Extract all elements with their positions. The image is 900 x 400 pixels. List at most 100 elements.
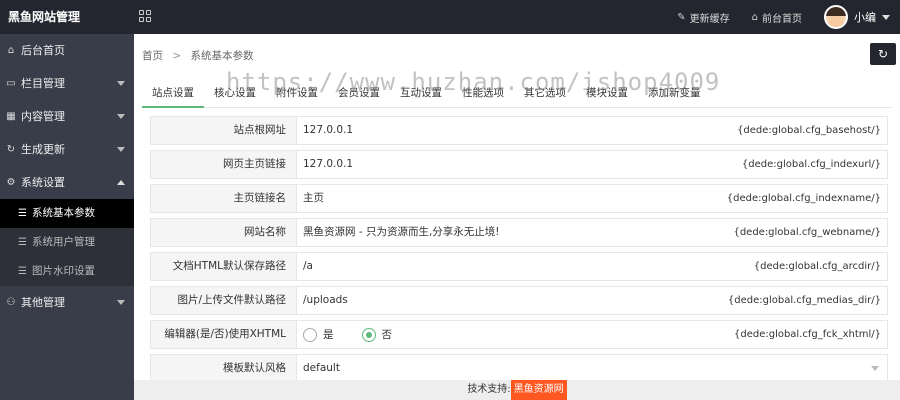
- radio-no[interactable]: [361, 327, 376, 342]
- template-var: {dede:global.cfg_fck_xhtml/}: [731, 327, 883, 343]
- refresh-icon: ↻: [877, 47, 889, 61]
- home-icon: ⌂: [7, 45, 15, 56]
- breadcrumb-current: 系统基本参数: [190, 50, 254, 62]
- medias-dir-field[interactable]: /uploads: [303, 287, 348, 314]
- template-var: {dede:global.cfg_indexurl/}: [739, 157, 883, 173]
- template-var: {dede:global.cfg_medias_dir/}: [725, 293, 883, 309]
- submenu-item-watermark[interactable]: ☰ 图片水印设置: [0, 257, 134, 286]
- field-label: 文档HTML默认保存路径: [151, 253, 297, 280]
- form-row: 网页主页链接 127.0.0.1 {dede:global.cfg_indexu…: [150, 150, 888, 179]
- tab-core[interactable]: 核心设置: [204, 78, 266, 108]
- form-row: 模板默认风格 default: [150, 354, 888, 383]
- sidebar-item-content[interactable]: ▦ 内容管理: [0, 100, 134, 133]
- sidebar-item-label: 后台首页: [21, 44, 65, 57]
- field-label: 主页链接名: [151, 185, 297, 212]
- top-right-nav: ✎ 更新缓存 ⌂ 前台首页 小编: [677, 0, 900, 34]
- template-var: {dede:global.cfg_indexname/}: [724, 191, 883, 207]
- list-icon: ☰: [18, 237, 27, 248]
- form-row: 文档HTML默认保存路径 /a {dede:global.cfg_arcdir/…: [150, 252, 888, 281]
- user-icon: ⚇: [6, 297, 16, 308]
- template-var: {dede:global.cfg_webname/}: [731, 225, 883, 241]
- form-row: 编辑器(是/否)使用XHTML 是 否 {dede:global.cfg_fck…: [150, 320, 888, 349]
- update-cache-link[interactable]: ✎ 更新缓存: [677, 10, 729, 25]
- frontend-home-link[interactable]: ⌂ 前台首页: [752, 10, 802, 25]
- grid-icon: ▦: [6, 111, 16, 122]
- sidebar-item-label: 栏目管理: [21, 77, 65, 90]
- chevron-down-icon[interactable]: [871, 366, 879, 371]
- sidebar-item-dashboard[interactable]: ⌂ 后台首页: [0, 34, 134, 67]
- arc-dir-field[interactable]: /a: [303, 253, 313, 280]
- avatar[interactable]: [824, 5, 848, 29]
- field-label: 网页主页链接: [151, 151, 297, 178]
- field-label: 图片/上传文件默认路径: [151, 287, 297, 314]
- footer: 技术支持: 黑鱼资源网: [134, 380, 900, 400]
- breadcrumb-separator: >: [172, 50, 182, 62]
- template-style-select[interactable]: default: [303, 355, 340, 382]
- system-submenu: ☰ 系统基本参数 ☰ 系统用户管理 ☰ 图片水印设置: [0, 199, 134, 286]
- sidebar-item-other[interactable]: ⚇ 其他管理: [0, 286, 134, 319]
- tab-interaction[interactable]: 互动设置: [390, 78, 452, 108]
- refresh-button[interactable]: ↻: [870, 43, 896, 65]
- web-name-field[interactable]: 黑鱼资源网 - 只为资源而生,分享永无止境!: [303, 219, 500, 246]
- brush-icon: ✎: [677, 11, 686, 23]
- index-url-field[interactable]: 127.0.0.1: [303, 151, 353, 178]
- sidebar-item-columns[interactable]: ▭ 栏目管理: [0, 67, 134, 100]
- template-var: {dede:global.cfg_basehost/}: [735, 123, 883, 139]
- home-icon: ⌂: [751, 11, 758, 23]
- tab-site[interactable]: 站点设置: [142, 78, 204, 108]
- list-icon: ☰: [18, 208, 27, 219]
- submenu-item-label: 图片水印设置: [31, 265, 95, 277]
- menu-toggle-icon[interactable]: [139, 10, 151, 22]
- logo[interactable]: 黑鱼网站管理: [0, 0, 134, 34]
- settings-tabs: 站点设置 核心设置 附件设置 会员设置 互动设置 性能选项 其它选项 模块设置 …: [142, 78, 892, 108]
- frontend-home-label: 前台首页: [762, 13, 802, 25]
- chevron-down-icon[interactable]: [882, 14, 890, 20]
- user-name[interactable]: 小编: [854, 9, 876, 25]
- sidebar-item-label: 系统设置: [21, 176, 65, 189]
- form-row: 图片/上传文件默认路径 /uploads {dede:global.cfg_me…: [150, 286, 888, 315]
- sidebar-item-label: 生成更新: [21, 143, 65, 156]
- breadcrumb: 首页 > 系统基本参数: [142, 48, 254, 63]
- radio-no-label[interactable]: 否: [382, 327, 393, 342]
- index-name-field[interactable]: 主页: [303, 185, 324, 212]
- submenu-item-basic-params[interactable]: ☰ 系统基本参数: [0, 199, 134, 228]
- sidebar-item-label: 内容管理: [21, 110, 65, 123]
- submenu-item-label: 系统基本参数: [31, 207, 95, 219]
- settings-form: 站点根网址 127.0.0.1 {dede:global.cfg_basehos…: [150, 116, 888, 388]
- submenu-item-label: 系统用户管理: [31, 236, 95, 248]
- tab-other[interactable]: 其它选项: [514, 78, 576, 108]
- form-row: 主页链接名 主页 {dede:global.cfg_indexname/}: [150, 184, 888, 213]
- sidebar-item-label: 其他管理: [21, 296, 65, 309]
- main-panel: 首页 > 系统基本参数 ↻ 站点设置 核心设置 附件设置 会员设置 互动设置 性…: [134, 34, 900, 400]
- chevron-down-icon: [117, 81, 125, 86]
- form-row: 网站名称 黑鱼资源网 - 只为资源而生,分享永无止境! {dede:global…: [150, 218, 888, 247]
- field-label: 编辑器(是/否)使用XHTML: [151, 321, 297, 348]
- list-icon: ☰: [18, 266, 27, 277]
- refresh-icon: ↻: [6, 144, 16, 155]
- footer-prefix: 技术支持:: [467, 384, 511, 395]
- tab-member[interactable]: 会员设置: [328, 78, 390, 108]
- update-cache-label: 更新缓存: [689, 13, 730, 25]
- radio-yes-label[interactable]: 是: [323, 327, 334, 342]
- top-bar: 黑鱼网站管理 ✎ 更新缓存 ⌂ 前台首页 小编: [0, 0, 900, 34]
- base-host-field[interactable]: 127.0.0.1: [303, 117, 353, 144]
- radio-yes[interactable]: [303, 327, 317, 342]
- tab-add-variable[interactable]: 添加新变量: [638, 78, 711, 108]
- xhtml-radio-group: 是 否: [303, 321, 420, 348]
- gear-icon: ⚙: [6, 177, 16, 188]
- sidebar-item-system[interactable]: ⚙ 系统设置: [0, 166, 134, 199]
- footer-brand[interactable]: 黑鱼资源网: [510, 380, 567, 400]
- form-row: 站点根网址 127.0.0.1 {dede:global.cfg_basehos…: [150, 116, 888, 145]
- field-label: 网站名称: [151, 219, 297, 246]
- field-label: 站点根网址: [151, 117, 297, 144]
- sidebar: ⌂ 后台首页 ▭ 栏目管理 ▦ 内容管理 ↻ 生成更新 ⚙ 系统设置 ☰ 系统基…: [0, 34, 134, 400]
- tab-performance[interactable]: 性能选项: [452, 78, 514, 108]
- chevron-down-icon: [117, 114, 125, 119]
- submenu-item-users[interactable]: ☰ 系统用户管理: [0, 228, 134, 257]
- template-var: {dede:global.cfg_arcdir/}: [751, 259, 883, 275]
- tab-attachment[interactable]: 附件设置: [266, 78, 328, 108]
- sidebar-item-generate[interactable]: ↻ 生成更新: [0, 133, 134, 166]
- chevron-down-icon: [117, 147, 125, 152]
- breadcrumb-home[interactable]: 首页: [142, 50, 163, 62]
- tab-modules[interactable]: 模块设置: [576, 78, 638, 108]
